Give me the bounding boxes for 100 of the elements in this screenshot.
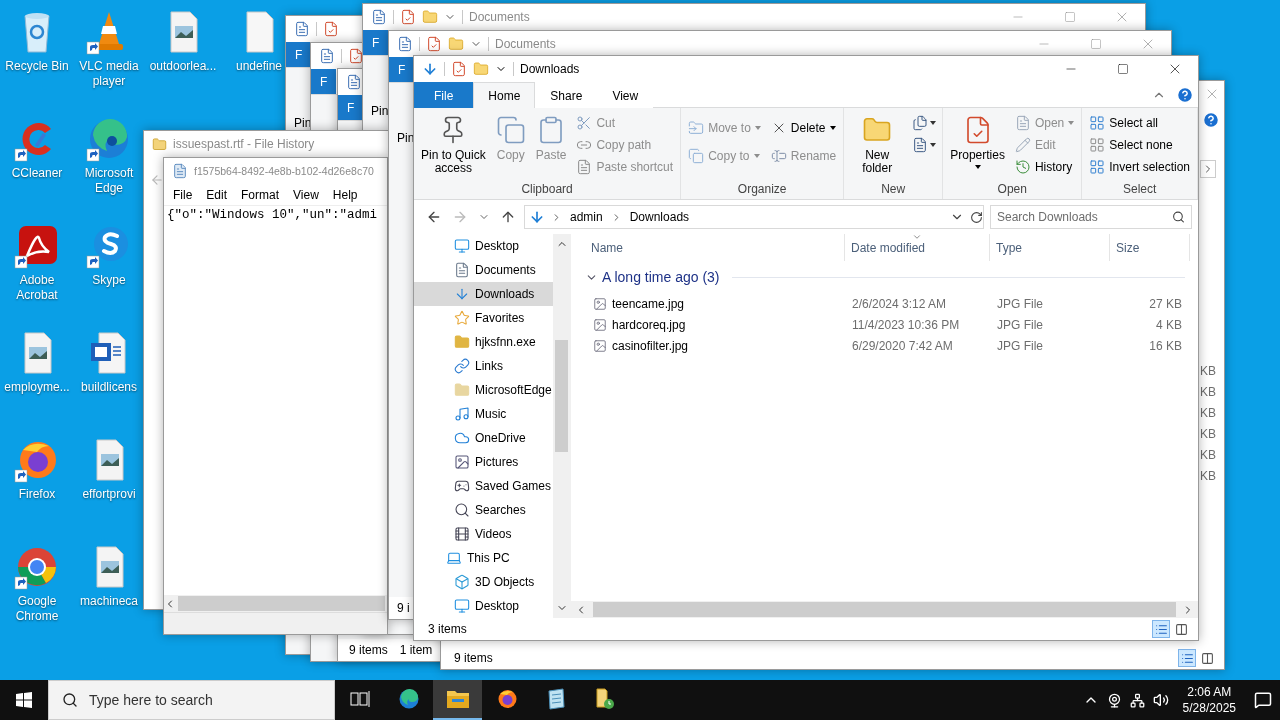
document-icon[interactable] <box>319 48 335 64</box>
nav-item[interactable]: hjksfnn.exe <box>414 330 553 354</box>
file-name-cell[interactable]: teencame.jpg <box>585 293 685 314</box>
folder-icon[interactable] <box>448 36 464 52</box>
nav-item[interactable]: This PC <box>414 546 553 570</box>
checklist-icon[interactable] <box>426 36 442 52</box>
notifications-icon[interactable] <box>1254 691 1272 709</box>
column-header[interactable]: Name <box>585 234 845 261</box>
nav-item[interactable]: Documents <box>414 258 553 282</box>
column-header[interactable]: Date modified <box>845 234 990 261</box>
text-field-icon <box>770 148 787 164</box>
type-cell-text: JPG File <box>996 338 1044 353</box>
clock[interactable]: 2:06 AM 5/28/2025 <box>1182 684 1236 716</box>
maximize-icon <box>1064 11 1076 23</box>
nav-item[interactable]: Pictures <box>414 450 553 474</box>
file-name-cell[interactable]: hardcoreq.jpg <box>585 314 686 335</box>
ribbon-tab[interactable]: F <box>286 42 311 67</box>
status-text: 9 items <box>454 651 493 665</box>
document-icon <box>1014 115 1031 131</box>
nav-item[interactable]: Downloads <box>414 282 553 306</box>
gamepad-icon <box>454 478 470 494</box>
menu-item[interactable]: Help <box>325 184 365 205</box>
checklist-icon[interactable] <box>400 9 416 25</box>
details-view-button[interactable] <box>1178 649 1196 667</box>
scrollbar[interactable] <box>553 234 570 618</box>
ribbon-tab[interactable]: Home <box>473 82 536 109</box>
ribbon-tab[interactable]: F <box>338 95 363 120</box>
ribbon-tab[interactable]: F <box>311 69 336 94</box>
menu-item[interactable]: Format <box>234 184 287 205</box>
document-icon[interactable] <box>371 9 387 25</box>
list-icon <box>1154 622 1168 636</box>
nav-item[interactable]: Music <box>414 402 553 426</box>
file-name-cell[interactable]: casinofilter.jpg <box>585 335 689 356</box>
ribbon-button[interactable]: History <box>1011 157 1078 177</box>
time-text: 2:06 AM <box>1187 684 1232 700</box>
address-bar[interactable]: admin Downloads <box>524 205 984 229</box>
nav-item[interactable]: OneDrive <box>414 426 553 450</box>
ribbon-button[interactable]: Delete <box>767 118 840 138</box>
ribbon-tab[interactable]: F <box>363 30 388 55</box>
scrollbar[interactable] <box>571 601 1198 618</box>
menu-item[interactable]: File <box>166 184 200 205</box>
size-cell-text: KB <box>1200 363 1216 380</box>
ribbon-button[interactable]: Select none <box>1086 135 1193 155</box>
column-header[interactable]: Type <box>990 234 1110 261</box>
menu-item[interactable]: Edit <box>199 184 235 205</box>
document-icon <box>454 262 470 278</box>
document-icon[interactable] <box>294 21 310 37</box>
taskbar-app[interactable] <box>433 680 482 720</box>
checklist-icon[interactable] <box>323 21 339 37</box>
tiles-icon <box>1200 651 1214 665</box>
breadcrumb[interactable]: Downloads <box>627 210 692 224</box>
windows-logo-icon <box>16 692 32 708</box>
nav-item[interactable]: Links <box>414 354 553 378</box>
scrollbar[interactable] <box>164 595 387 612</box>
tiles-icon <box>1174 622 1188 636</box>
size-cell-text: 16 KB <box>1148 338 1183 353</box>
monitor-icon <box>454 598 470 614</box>
scrollbar-thumb[interactable] <box>593 602 1176 617</box>
refresh-icon[interactable] <box>970 210 983 224</box>
search-field[interactable]: Search Downloads <box>990 205 1192 229</box>
help-icon[interactable] <box>1176 85 1194 104</box>
ribbon-tab[interactable]: F <box>389 57 414 82</box>
document-icon[interactable] <box>346 74 362 90</box>
nav-item[interactable]: Videos <box>414 522 553 546</box>
status-text: 3 items <box>428 622 467 636</box>
scroll-right-button[interactable] <box>1200 160 1216 178</box>
details-view-button[interactable] <box>1152 620 1170 638</box>
image-file-icon <box>593 296 607 311</box>
nav-item[interactable]: Saved Games <box>414 474 553 498</box>
link-icon <box>454 358 470 374</box>
nav-item[interactable]: Desktop <box>414 234 553 258</box>
group-header[interactable]: A long time ago (3) <box>585 261 1191 293</box>
checklist-icon[interactable] <box>451 61 467 77</box>
ribbon-button[interactable]: Invert selection <box>1086 157 1193 177</box>
document-icon[interactable] <box>397 36 413 52</box>
nav-item[interactable]: Searches <box>414 498 553 522</box>
menu-item[interactable]: View <box>286 184 326 205</box>
search-field[interactable]: Type here to search <box>48 680 335 720</box>
ribbon-button[interactable]: Properties <box>947 110 1008 181</box>
scrollbar-thumb[interactable] <box>178 596 385 611</box>
size-cell-text: KB <box>1200 426 1216 443</box>
ribbon-tab[interactable]: File <box>414 82 474 109</box>
network-icon[interactable] <box>1129 692 1145 708</box>
folder-icon <box>454 334 470 350</box>
help-icon[interactable] <box>1202 111 1220 129</box>
camera-icon[interactable] <box>1106 692 1122 708</box>
ribbon-button[interactable]: Select all <box>1086 113 1193 133</box>
nav-item[interactable]: Favorites <box>414 306 553 330</box>
ribbon-button[interactable]: New folder <box>848 110 907 181</box>
status-text: 9 i <box>397 601 410 615</box>
breadcrumb[interactable]: admin <box>568 210 605 224</box>
scrollbar-thumb[interactable] <box>555 340 568 452</box>
nav-item[interactable]: 3D Objects <box>414 570 553 594</box>
speaker-icon[interactable] <box>1152 692 1169 708</box>
ribbon-button[interactable]: Pin to Quick access <box>418 110 489 181</box>
nav-item[interactable]: Desktop <box>414 594 553 618</box>
nav-item[interactable]: MicrosoftEdge <box>414 378 553 402</box>
checklist-icon[interactable] <box>348 48 364 64</box>
column-header[interactable]: Size <box>1110 234 1190 261</box>
download-arrow-icon <box>529 209 545 225</box>
